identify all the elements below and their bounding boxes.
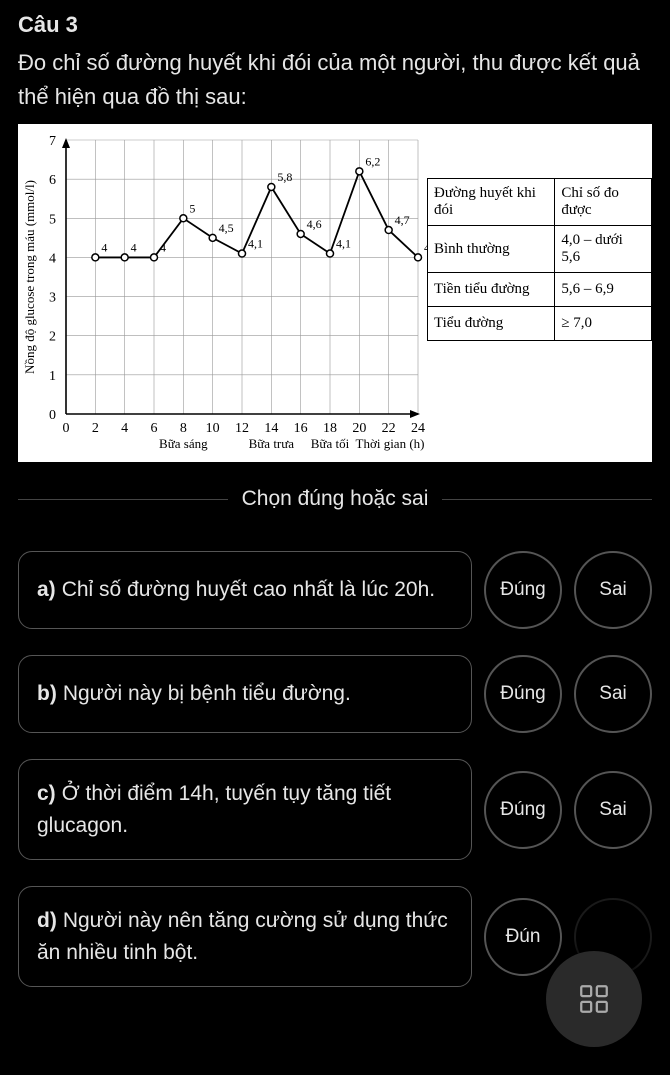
- menu-fab-button[interactable]: [546, 951, 642, 1047]
- question-number: Câu 3: [18, 12, 652, 38]
- svg-text:2: 2: [49, 330, 56, 345]
- svg-text:1: 1: [49, 369, 56, 384]
- svg-text:12: 12: [235, 421, 249, 436]
- svg-text:Thời gian (h): Thời gian (h): [356, 436, 425, 451]
- svg-text:2: 2: [92, 421, 99, 436]
- svg-text:6: 6: [49, 173, 56, 188]
- svg-text:6: 6: [151, 421, 158, 436]
- question-figure: 0123456702468101214161820222444454,54,15…: [18, 124, 652, 462]
- statement-row-c: c)Ở thời điểm 14h, tuyến tụy tăng tiết g…: [18, 759, 652, 860]
- table-row: Tiểu đường≥ 7,0: [428, 307, 652, 341]
- statement-c: c)Ở thời điểm 14h, tuyến tụy tăng tiết g…: [18, 759, 472, 860]
- svg-text:22: 22: [382, 421, 396, 436]
- svg-text:4,1: 4,1: [248, 237, 263, 251]
- svg-text:3: 3: [49, 291, 56, 306]
- svg-text:4: 4: [121, 421, 128, 436]
- grid-icon: [577, 982, 611, 1016]
- svg-text:Nồng độ glucose trong máu (mmo: Nồng độ glucose trong máu (mmol/l): [22, 180, 37, 374]
- svg-text:20: 20: [352, 421, 366, 436]
- table-row: Tiền tiểu đường5,6 – 6,9: [428, 273, 652, 307]
- statement-row-a: a)Chỉ số đường huyết cao nhất là lúc 20h…: [18, 551, 652, 629]
- glucose-chart: 0123456702468101214161820222444454,54,15…: [18, 124, 433, 462]
- svg-text:4: 4: [101, 241, 107, 255]
- svg-text:4,6: 4,6: [307, 217, 322, 231]
- true-button[interactable]: Đúng: [484, 551, 562, 629]
- svg-text:Bữa sáng: Bữa sáng: [159, 436, 208, 451]
- table-row: Bình thường4,0 – dưới 5,6: [428, 226, 652, 273]
- svg-text:0: 0: [49, 408, 56, 423]
- svg-text:4: 4: [160, 241, 166, 255]
- section-divider: Chọn đúng hoặc sai: [18, 487, 652, 511]
- reference-table: Đường huyết khi đóiChỉ số đo được Bình t…: [427, 178, 652, 341]
- svg-text:10: 10: [206, 421, 220, 436]
- false-button[interactable]: Sai: [574, 551, 652, 629]
- svg-text:4,7: 4,7: [395, 213, 410, 227]
- svg-text:4,1: 4,1: [336, 237, 351, 251]
- statement-row-b: b)Người này bị bệnh tiểu đường. Đúng Sai: [18, 655, 652, 733]
- svg-text:5: 5: [49, 212, 56, 227]
- statement-a: a)Chỉ số đường huyết cao nhất là lúc 20h…: [18, 551, 472, 629]
- true-button[interactable]: Đúng: [484, 771, 562, 849]
- false-button[interactable]: Sai: [574, 655, 652, 733]
- true-button[interactable]: Đún: [484, 898, 562, 976]
- svg-text:24: 24: [411, 421, 425, 436]
- divider-label: Chọn đúng hoặc sai: [228, 487, 443, 511]
- svg-text:4,5: 4,5: [219, 221, 234, 235]
- svg-text:5,8: 5,8: [277, 170, 292, 184]
- table-row: Đường huyết khi đóiChỉ số đo được: [428, 179, 652, 226]
- svg-text:8: 8: [180, 421, 187, 436]
- svg-text:18: 18: [323, 421, 337, 436]
- svg-text:16: 16: [294, 421, 308, 436]
- statement-b: b)Người này bị bệnh tiểu đường.: [18, 655, 472, 733]
- svg-text:Bữa trưa: Bữa trưa: [249, 436, 295, 451]
- svg-text:Bữa tối: Bữa tối: [311, 436, 350, 451]
- statement-d: d)Người này nên tăng cường sử dụng thức …: [18, 886, 472, 987]
- svg-text:7: 7: [49, 134, 56, 149]
- false-button[interactable]: Sai: [574, 771, 652, 849]
- svg-text:5: 5: [189, 201, 195, 215]
- svg-text:14: 14: [264, 421, 278, 436]
- svg-text:4: 4: [49, 252, 56, 267]
- svg-text:6,2: 6,2: [365, 155, 380, 169]
- svg-text:4: 4: [131, 241, 137, 255]
- true-button[interactable]: Đúng: [484, 655, 562, 733]
- question-body: Đo chỉ số đường huyết khi đói của một ng…: [18, 46, 652, 114]
- svg-text:0: 0: [63, 421, 70, 436]
